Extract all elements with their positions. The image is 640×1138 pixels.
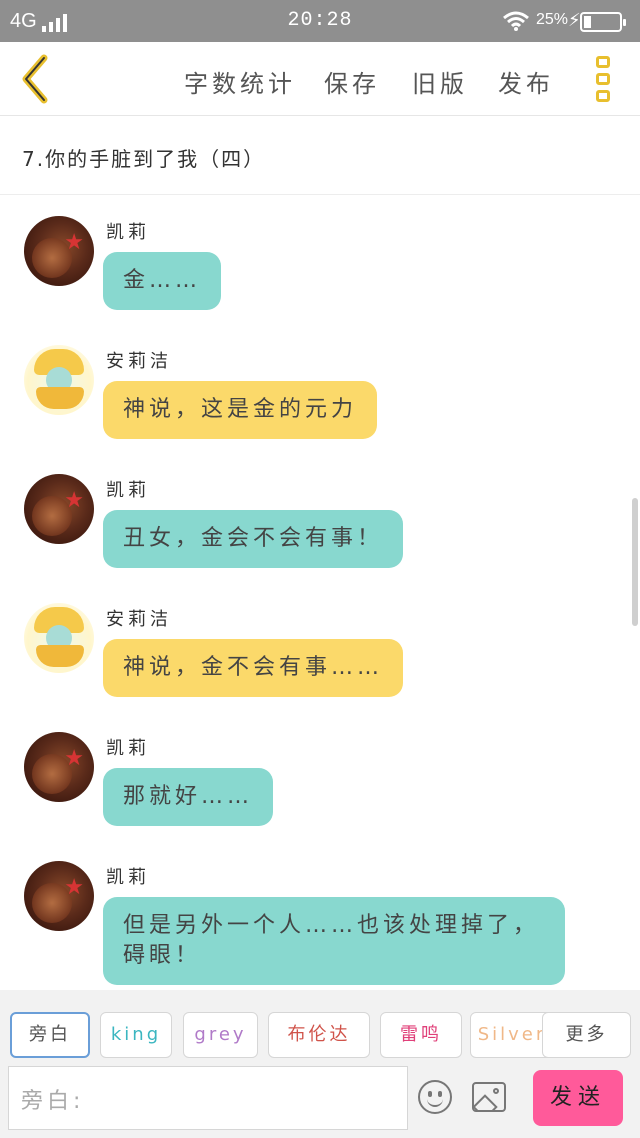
role-label: Silver [477, 1024, 547, 1045]
speaker-name: 安莉洁 [106, 351, 172, 372]
role-label: 更多 [565, 1024, 608, 1045]
role-label: 雷鸣 [400, 1024, 442, 1045]
role-grey-button[interactable]: grey [183, 1012, 258, 1058]
avatar-kelly[interactable]: ★ [24, 474, 94, 544]
word-count-button[interactable]: 字数统计 [184, 64, 296, 99]
role-label: 布伦达 [287, 1024, 351, 1045]
input-bar: 旁白: 发送 [0, 1062, 640, 1138]
role-selector-bar: 旁白 king grey 布伦达 雷鸣 Silver 更多 [0, 990, 640, 1062]
avatar-angie[interactable] [24, 345, 94, 415]
role-king-button[interactable]: king [100, 1012, 172, 1058]
message-input[interactable]: 旁白: [8, 1066, 408, 1130]
more-roles-button[interactable]: 更多 [542, 1012, 631, 1058]
speaker-name: 凯莉 [106, 867, 150, 888]
emoji-icon[interactable] [418, 1080, 452, 1114]
message-bubble[interactable]: 神说，这是金的元力 [103, 381, 378, 439]
speaker-name: 凯莉 [106, 480, 150, 501]
scrollbar[interactable] [632, 498, 638, 626]
message-bubble[interactable]: 金…… [103, 252, 222, 310]
more-menu-icon[interactable] [596, 56, 612, 106]
role-brenda-button[interactable]: 布伦达 [268, 1012, 370, 1058]
speaker-name: 安莉洁 [106, 609, 172, 630]
editor-toolbar: 字数统计 保存 旧版 发布 [0, 42, 640, 116]
avatar-kelly[interactable]: ★ [24, 732, 94, 802]
wifi-icon [503, 11, 529, 31]
message-bubble[interactable]: 神说，金不会有事…… [103, 639, 404, 697]
speaker-name: 凯莉 [106, 738, 150, 759]
message-bubble[interactable]: 但是另外一个人……也该处理掉了，碍眼！ [103, 897, 565, 985]
avatar-angie[interactable] [24, 603, 94, 673]
message-bubble[interactable]: 丑女，金会不会有事！ [103, 510, 404, 568]
role-narrator-button[interactable]: 旁白 [10, 1012, 90, 1058]
avatar-kelly[interactable]: ★ [24, 216, 94, 286]
back-chevron-icon[interactable] [14, 52, 58, 106]
image-icon[interactable] [472, 1082, 506, 1112]
old-version-button[interactable]: 旧版 [412, 64, 468, 99]
save-button[interactable]: 保存 [324, 64, 380, 99]
publish-button[interactable]: 发布 [498, 64, 554, 99]
chapter-header[interactable]: 7.你的手脏到了我（四） [0, 117, 640, 195]
send-button[interactable]: 发送 [533, 1070, 623, 1126]
status-bar: 4G 20:28 25% ⚡ [0, 0, 640, 42]
role-label: grey [194, 1024, 247, 1045]
role-leiming-button[interactable]: 雷鸣 [380, 1012, 462, 1058]
charging-icon: ⚡ [568, 10, 581, 31]
role-label: king [110, 1024, 162, 1045]
avatar-kelly[interactable]: ★ [24, 861, 94, 931]
role-label: 旁白 [29, 1024, 71, 1045]
message-bubble[interactable]: 那就好…… [103, 768, 274, 826]
battery-percent: 25% [536, 11, 569, 28]
speaker-name: 凯莉 [106, 222, 150, 243]
chapter-title: 7.你的手脏到了我（四） [22, 147, 266, 171]
battery-icon [580, 12, 626, 32]
